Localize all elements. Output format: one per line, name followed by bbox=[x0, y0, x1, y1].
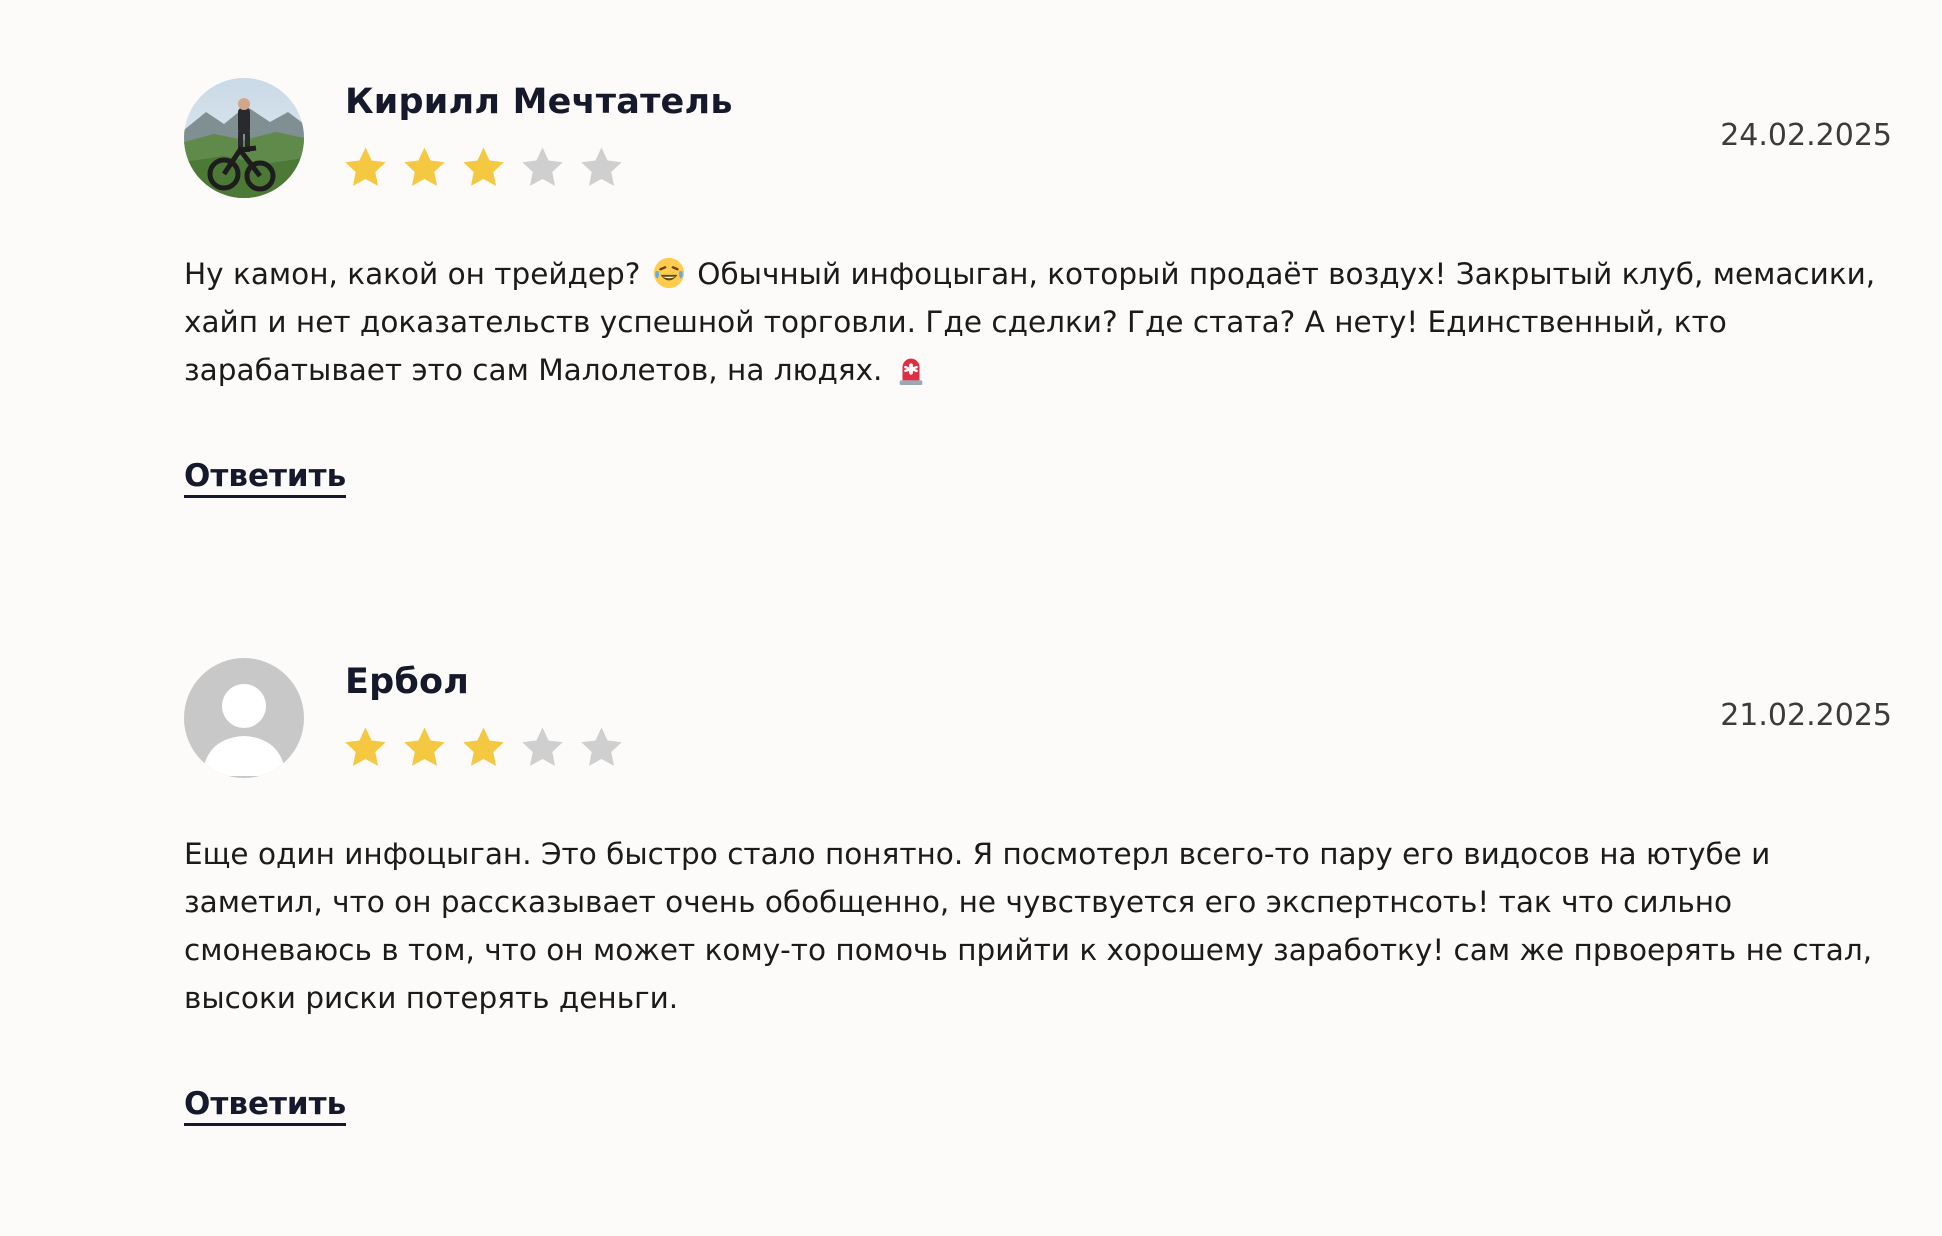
review-author-name: Ербол bbox=[345, 662, 470, 702]
reviews-list: Кирилл Мечтатель 24.02.2025 Ну камон, ка… bbox=[0, 0, 1942, 1236]
star-empty-icon bbox=[522, 727, 563, 766]
review-text: Ну камон, какой он трейдер? Обычный инфо… bbox=[184, 250, 1892, 394]
review-author-name: Кирилл Мечтатель bbox=[345, 82, 733, 122]
star-filled-icon bbox=[404, 727, 445, 766]
review-date: 21.02.2025 bbox=[1720, 698, 1892, 733]
star-empty-icon bbox=[581, 727, 622, 766]
star-filled-icon bbox=[345, 727, 386, 766]
user-placeholder-icon bbox=[184, 658, 304, 778]
star-empty-icon bbox=[581, 147, 622, 186]
default-user-avatar bbox=[184, 658, 304, 778]
user-avatar-photo bbox=[184, 78, 304, 198]
star-rating bbox=[342, 724, 625, 771]
photo-avatar-image bbox=[184, 78, 304, 198]
laughing-tears-emoji-icon bbox=[653, 257, 684, 289]
star-rating bbox=[342, 144, 625, 191]
star-filled-icon bbox=[345, 147, 386, 186]
siren-emoji-icon bbox=[899, 358, 923, 386]
star-filled-icon bbox=[404, 147, 445, 186]
review-text-part: Ну камон, какой он трейдер? bbox=[184, 257, 641, 291]
review-date: 24.02.2025 bbox=[1720, 118, 1892, 153]
reply-link[interactable]: Ответить bbox=[184, 458, 347, 498]
reply-link[interactable]: Ответить bbox=[184, 1086, 347, 1126]
star-filled-icon bbox=[463, 727, 504, 766]
star-empty-icon bbox=[522, 147, 563, 186]
star-filled-icon bbox=[463, 147, 504, 186]
review-text: Еще один инфоцыган. Это быстро стало пон… bbox=[184, 837, 1873, 1015]
